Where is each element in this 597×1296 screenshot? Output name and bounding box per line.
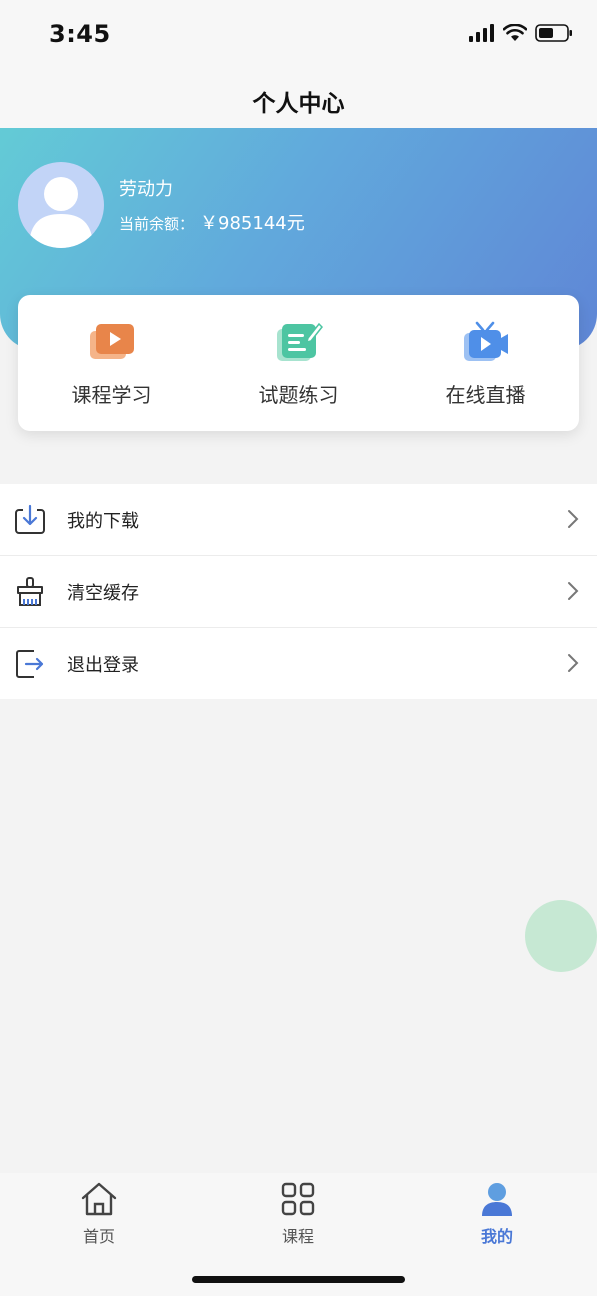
tab-label-course: 课程 [281,1227,314,1246]
avatar[interactable] [18,162,104,248]
battery-icon [535,24,572,42]
tab-course[interactable]: 课程 [248,1181,348,1247]
balance: 当前余额： ￥985144元 [119,209,305,235]
menu-label-clear-cache: 清空缓存 [67,583,139,604]
menu-item-clear-cache[interactable]: 清空缓存 [0,556,597,628]
menu-item-logout[interactable]: 退出登录 [0,628,597,699]
tab-label-mine: 我的 [480,1227,513,1246]
course-video-icon [89,324,134,359]
tab-home[interactable]: 首页 [49,1181,149,1247]
tab-label-home: 首页 [82,1227,115,1246]
menu-label-downloads: 我的下载 [67,511,139,532]
avatar-person-icon [29,177,93,248]
chevron-right-icon [568,582,579,600]
home-icon [81,1182,117,1216]
settings-menu: 我的下载 清空缓存 退出登录 [0,484,597,699]
user-name: 劳动力 [119,179,173,200]
wifi-icon [503,24,527,41]
balance-value: ￥985144元 [200,213,305,234]
floating-ball[interactable] [525,900,597,972]
live-stream-label: 在线直播 [445,383,526,407]
broom-icon [17,577,43,606]
exercise-button[interactable]: 试题练习 [205,321,392,408]
exercise-label: 试题练习 [258,383,339,407]
home-indicator [192,1276,405,1283]
logout-icon [16,650,44,678]
quick-actions-card: 课程学习 试题练习 在线直播 [18,295,579,431]
download-icon [15,504,45,534]
course-study-label: 课程学习 [71,383,152,407]
live-stream-button[interactable]: 在线直播 [392,321,579,408]
user-icon [482,1183,512,1216]
live-tv-icon [463,321,508,361]
balance-label: 当前余额： [119,215,195,233]
menu-label-logout: 退出登录 [67,655,139,676]
nav-bar: 个人中心 [0,70,597,128]
signal-icon [469,24,494,42]
exercise-note-icon [276,322,323,361]
menu-item-downloads[interactable]: 我的下载 [0,484,597,556]
chevron-right-icon [568,654,579,672]
status-icons [469,24,573,42]
page-title: 个人中心 [252,91,345,117]
course-study-button[interactable]: 课程学习 [18,321,205,408]
tab-mine[interactable]: 我的 [447,1181,547,1247]
status-time: 3:45 [49,20,111,48]
chevron-right-icon [568,510,579,528]
grid-icon [281,1182,315,1216]
status-bar: 3:45 [0,0,597,70]
